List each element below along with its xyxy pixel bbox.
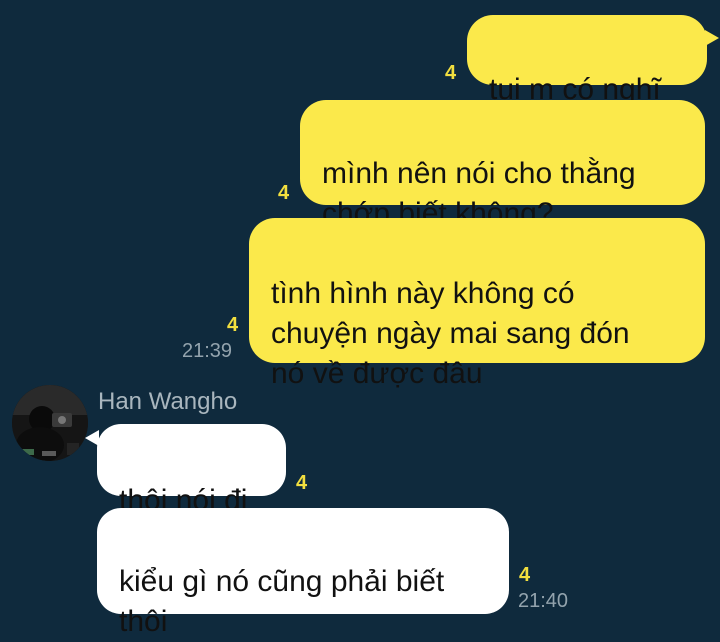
avatar-photo xyxy=(12,385,88,461)
unread-count: 4 xyxy=(445,62,457,84)
unread-count: 4 xyxy=(519,564,531,586)
contact-avatar[interactable] xyxy=(12,385,88,461)
message-text: tình hình này không có chuyện ngày mai s… xyxy=(271,277,630,390)
unread-count: 4 xyxy=(227,314,239,336)
unread-count: 4 xyxy=(278,182,290,204)
message-text: kiểu gì nó cũng phải biết thôi xyxy=(119,565,445,638)
unread-count: 4 xyxy=(296,472,308,494)
message-timestamp: 21:40 xyxy=(518,590,569,612)
incoming-message-bubble[interactable]: thôi nói đi xyxy=(97,424,286,517)
bubble-tail xyxy=(85,430,99,446)
bubble-tail xyxy=(705,30,719,46)
contact-name: Han Wangho xyxy=(98,388,238,415)
incoming-message-bubble[interactable]: kiểu gì nó cũng phải biết thôi xyxy=(97,508,509,638)
outgoing-message-bubble[interactable]: tình hình này không có chuyện ngày mai s… xyxy=(249,218,705,390)
outgoing-message-bubble[interactable]: mình nên nói cho thằng chớp biết không? xyxy=(300,100,705,230)
outgoing-message-bubble[interactable]: tụi m có nghĩ xyxy=(467,15,707,106)
message-timestamp: 21:39 xyxy=(182,340,233,362)
